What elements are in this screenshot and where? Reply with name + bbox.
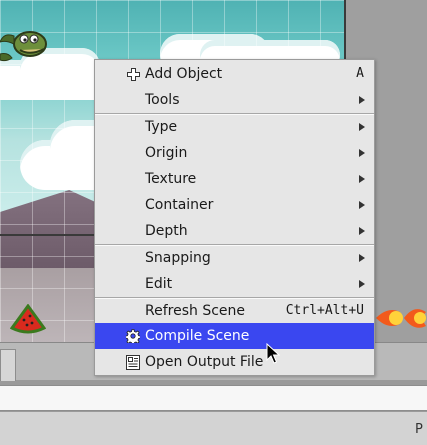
menu-item-add-object[interactable]: Add Object A	[95, 61, 374, 87]
menu-item-compile-scene[interactable]: Compile Scene	[95, 323, 374, 349]
menu-item-container[interactable]: Container	[95, 192, 374, 218]
fireball-sprite[interactable]	[374, 302, 427, 334]
menu-item-depth[interactable]: Depth	[95, 218, 374, 244]
submenu-arrow-icon	[359, 227, 365, 235]
menu-item-shortcut: A	[356, 66, 364, 81]
watermelon-sprite[interactable]	[10, 304, 46, 334]
menu-item-edit[interactable]: Edit	[95, 271, 374, 297]
status-bar: P	[0, 412, 427, 445]
menu-item-tools[interactable]: Tools	[95, 87, 374, 113]
dragon-sprite[interactable]	[0, 24, 52, 64]
menu-item-label: Depth	[145, 223, 188, 239]
menu-item-label: Tools	[145, 92, 180, 108]
menu-item-label: Container	[145, 197, 214, 213]
mouse-cursor-icon	[266, 343, 280, 364]
submenu-arrow-icon	[359, 254, 365, 262]
submenu-arrow-icon	[359, 96, 365, 104]
menu-item-label: Snapping	[145, 250, 211, 266]
output-text-field[interactable]	[0, 385, 427, 411]
submenu-arrow-icon	[359, 280, 365, 288]
plus-icon	[126, 61, 140, 87]
menu-item-type[interactable]: Type	[95, 114, 374, 140]
menu-item-origin[interactable]: Origin	[95, 140, 374, 166]
status-text: P	[415, 422, 423, 437]
menu-item-shortcut: Ctrl+Alt+U	[285, 303, 364, 318]
menu-item-label: Refresh Scene	[145, 303, 246, 319]
menu-item-label: Type	[145, 119, 178, 135]
menu-item-snapping[interactable]: Snapping	[95, 245, 374, 271]
submenu-arrow-icon	[359, 123, 365, 131]
menu-item-label: Edit	[145, 276, 173, 292]
menu-item-label: Open Output File	[145, 354, 264, 370]
menu-item-label: Compile Scene	[145, 328, 250, 344]
menu-item-label: Origin	[145, 145, 188, 161]
context-menu: Add Object A Tools Type Origin Texture C…	[94, 59, 375, 376]
panel-tab[interactable]: s	[0, 349, 16, 381]
menu-item-texture[interactable]: Texture	[95, 166, 374, 192]
menu-item-label: Add Object	[145, 66, 223, 82]
menu-item-open-output-file[interactable]: Open Output File	[95, 349, 374, 375]
menu-item-refresh-scene[interactable]: Refresh Scene Ctrl+Alt+U	[95, 298, 374, 324]
menu-item-label: Texture	[145, 171, 197, 187]
submenu-arrow-icon	[359, 175, 365, 183]
submenu-arrow-icon	[359, 201, 365, 209]
gear-icon	[126, 323, 140, 349]
output-file-icon	[126, 349, 140, 375]
submenu-arrow-icon	[359, 149, 365, 157]
